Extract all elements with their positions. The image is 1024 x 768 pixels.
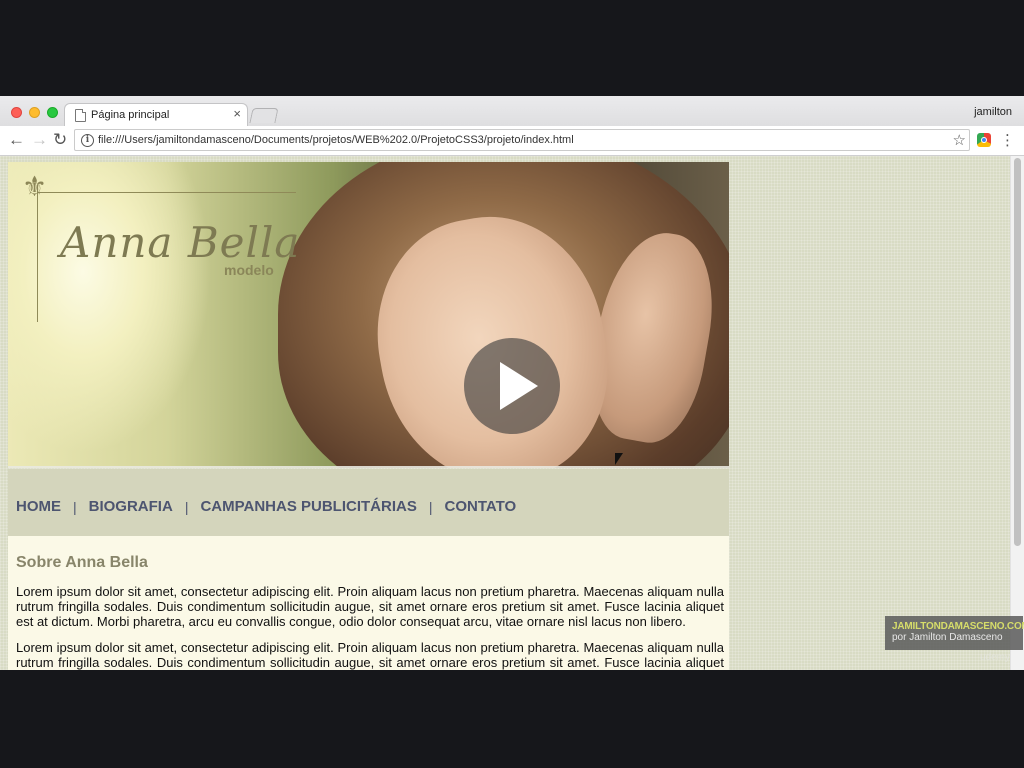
title-bar: Página principal × jamilton (0, 96, 1024, 127)
scrollbar-thumb[interactable] (1014, 158, 1021, 546)
course-watermark: JAMILTONDAMASCENO.COM por Jamilton Damas… (885, 616, 1024, 650)
nav-separator: | (73, 498, 77, 515)
banner-subtitle: modelo (224, 262, 274, 278)
banner-rule-horizontal (38, 192, 296, 193)
address-bar[interactable]: i file:///Users/jamiltondamasceno/Docume… (74, 129, 970, 151)
forward-arrow-icon[interactable]: → (31, 131, 48, 149)
video-letterbox-bottom (0, 670, 1024, 768)
banner-divider (8, 466, 729, 468)
minimize-window-button[interactable] (29, 107, 40, 118)
content-section: Sobre Anna Bella Lorem ipsum dolor sit a… (8, 536, 729, 670)
browser-toolbar: ← → ↻ i file:///Users/jamiltondamasceno/… (0, 126, 1024, 156)
nav-separator: | (428, 498, 433, 515)
browser-menu-icon[interactable]: ⋮ (1000, 131, 1015, 149)
tab-close-icon[interactable]: × (233, 107, 241, 121)
header-banner: ⚜ Anna Bella modelo (8, 162, 729, 468)
banner-title: Anna Bella (60, 218, 301, 267)
video-play-button[interactable] (464, 338, 560, 434)
bookmark-star-icon[interactable]: ☆ (953, 131, 966, 149)
tab-title: Página principal (91, 109, 170, 121)
paragraph: Lorem ipsum dolor sit amet, consectetur … (16, 584, 724, 629)
profile-name[interactable]: jamilton (974, 106, 1012, 118)
maximize-window-button[interactable] (47, 107, 58, 118)
section-heading: Sobre Anna Bella (16, 554, 148, 571)
nav-link-home[interactable]: HOME (16, 498, 61, 515)
extension-icon[interactable] (977, 133, 991, 147)
page-viewport: ⚜ Anna Bella modelo HOME | BIOGRAFIA | C… (0, 156, 1024, 670)
watermark-author: por Jamilton Damasceno (892, 632, 1003, 643)
nav-link-campanhas[interactable]: CAMPANHAS PUBLICITÁRIAS (200, 498, 416, 515)
paragraph: Lorem ipsum dolor sit amet, consectetur … (16, 640, 724, 670)
banner-rule-vertical (37, 186, 38, 322)
mouse-cursor-icon (615, 453, 623, 465)
nav-link-contato[interactable]: CONTATO (444, 498, 516, 515)
url-text[interactable]: file:///Users/jamiltondamasceno/Document… (98, 134, 574, 146)
udemy-logo-icon: udemy (980, 652, 1011, 663)
video-letterbox-top (0, 0, 1024, 96)
document-icon (75, 109, 86, 122)
watermark-site: JAMILTONDAMASCENO.COM (892, 621, 1024, 632)
fleur-de-lis-icon: ⚜ (22, 171, 48, 202)
close-window-button[interactable] (11, 107, 22, 118)
nav-separator: | (184, 498, 189, 515)
back-arrow-icon[interactable]: ← (8, 131, 25, 149)
tab-pagina-principal[interactable]: Página principal × (64, 103, 248, 127)
browser-window: Página principal × jamilton ← → ↻ i file… (0, 96, 1024, 670)
main-nav: HOME | BIOGRAFIA | CAMPANHAS PUBLICITÁRI… (8, 469, 729, 536)
reload-icon[interactable]: ↻ (53, 131, 67, 149)
new-tab-button[interactable] (249, 108, 279, 123)
nav-link-biografia[interactable]: BIOGRAFIA (89, 498, 173, 515)
vertical-scrollbar[interactable] (1010, 156, 1024, 670)
nav-list: HOME | BIOGRAFIA | CAMPANHAS PUBLICITÁRI… (16, 498, 516, 515)
web-page: ⚜ Anna Bella modelo HOME | BIOGRAFIA | C… (8, 162, 729, 670)
info-icon[interactable]: i (81, 134, 94, 147)
